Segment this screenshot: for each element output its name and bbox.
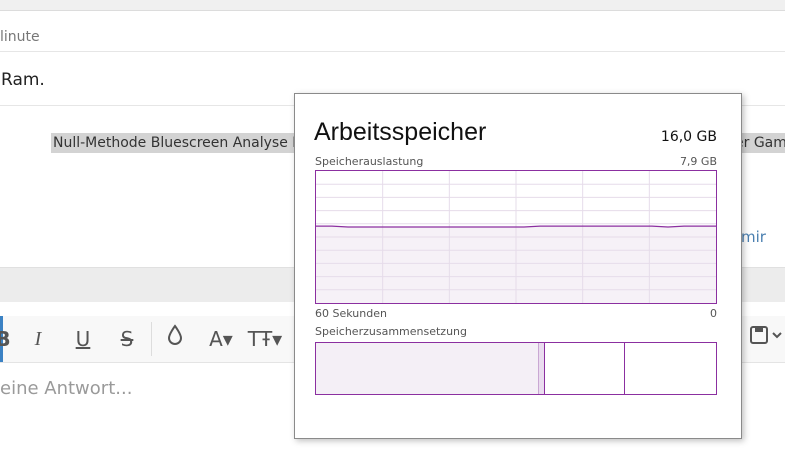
tags-list[interactable]: Null-Methode Bluescreen Analyse M bbox=[51, 133, 307, 153]
composition-label: Speicherzusammensetzung bbox=[315, 325, 467, 338]
time-left-label: 60 Sekunden bbox=[315, 307, 387, 320]
italic-button[interactable]: I bbox=[27, 324, 49, 354]
memory-composition-bar bbox=[315, 342, 717, 395]
popup-title: Arbeitsspeicher bbox=[314, 118, 487, 146]
composition-free bbox=[624, 343, 716, 394]
ink-drop-icon[interactable] bbox=[163, 324, 187, 354]
usage-label: Speicherauslastung bbox=[315, 155, 424, 168]
usage-max: 7,9 GB bbox=[679, 155, 717, 168]
underline-button[interactable]: U bbox=[71, 324, 95, 354]
reply-link[interactable]: mir bbox=[741, 228, 766, 246]
font-size-button[interactable]: TŦ▾ bbox=[246, 324, 284, 354]
font-color-button[interactable]: A▾ bbox=[203, 324, 239, 354]
toolbar-divider bbox=[151, 322, 152, 356]
divider bbox=[0, 51, 785, 52]
composition-standby bbox=[544, 343, 625, 394]
memory-total: 16,0 GB bbox=[660, 129, 717, 145]
post-meta-text: linute bbox=[0, 29, 40, 45]
time-right-label: 0 bbox=[710, 307, 717, 320]
usage-chart-svg bbox=[316, 171, 716, 303]
memory-popup: Arbeitsspeicher 16,0 GB Speicherauslastu… bbox=[294, 93, 742, 439]
reply-input[interactable]: eine Antwort... bbox=[0, 378, 132, 399]
memory-usage-graph bbox=[315, 170, 717, 304]
post-text: Ram. bbox=[1, 70, 45, 90]
tags-list-overflow[interactable]: er Gam bbox=[735, 133, 785, 153]
top-band bbox=[0, 0, 785, 11]
bold-button[interactable]: B bbox=[0, 324, 14, 354]
save-icon[interactable] bbox=[748, 324, 784, 354]
composition-used bbox=[316, 343, 538, 394]
strikethrough-button[interactable]: S bbox=[115, 324, 139, 354]
